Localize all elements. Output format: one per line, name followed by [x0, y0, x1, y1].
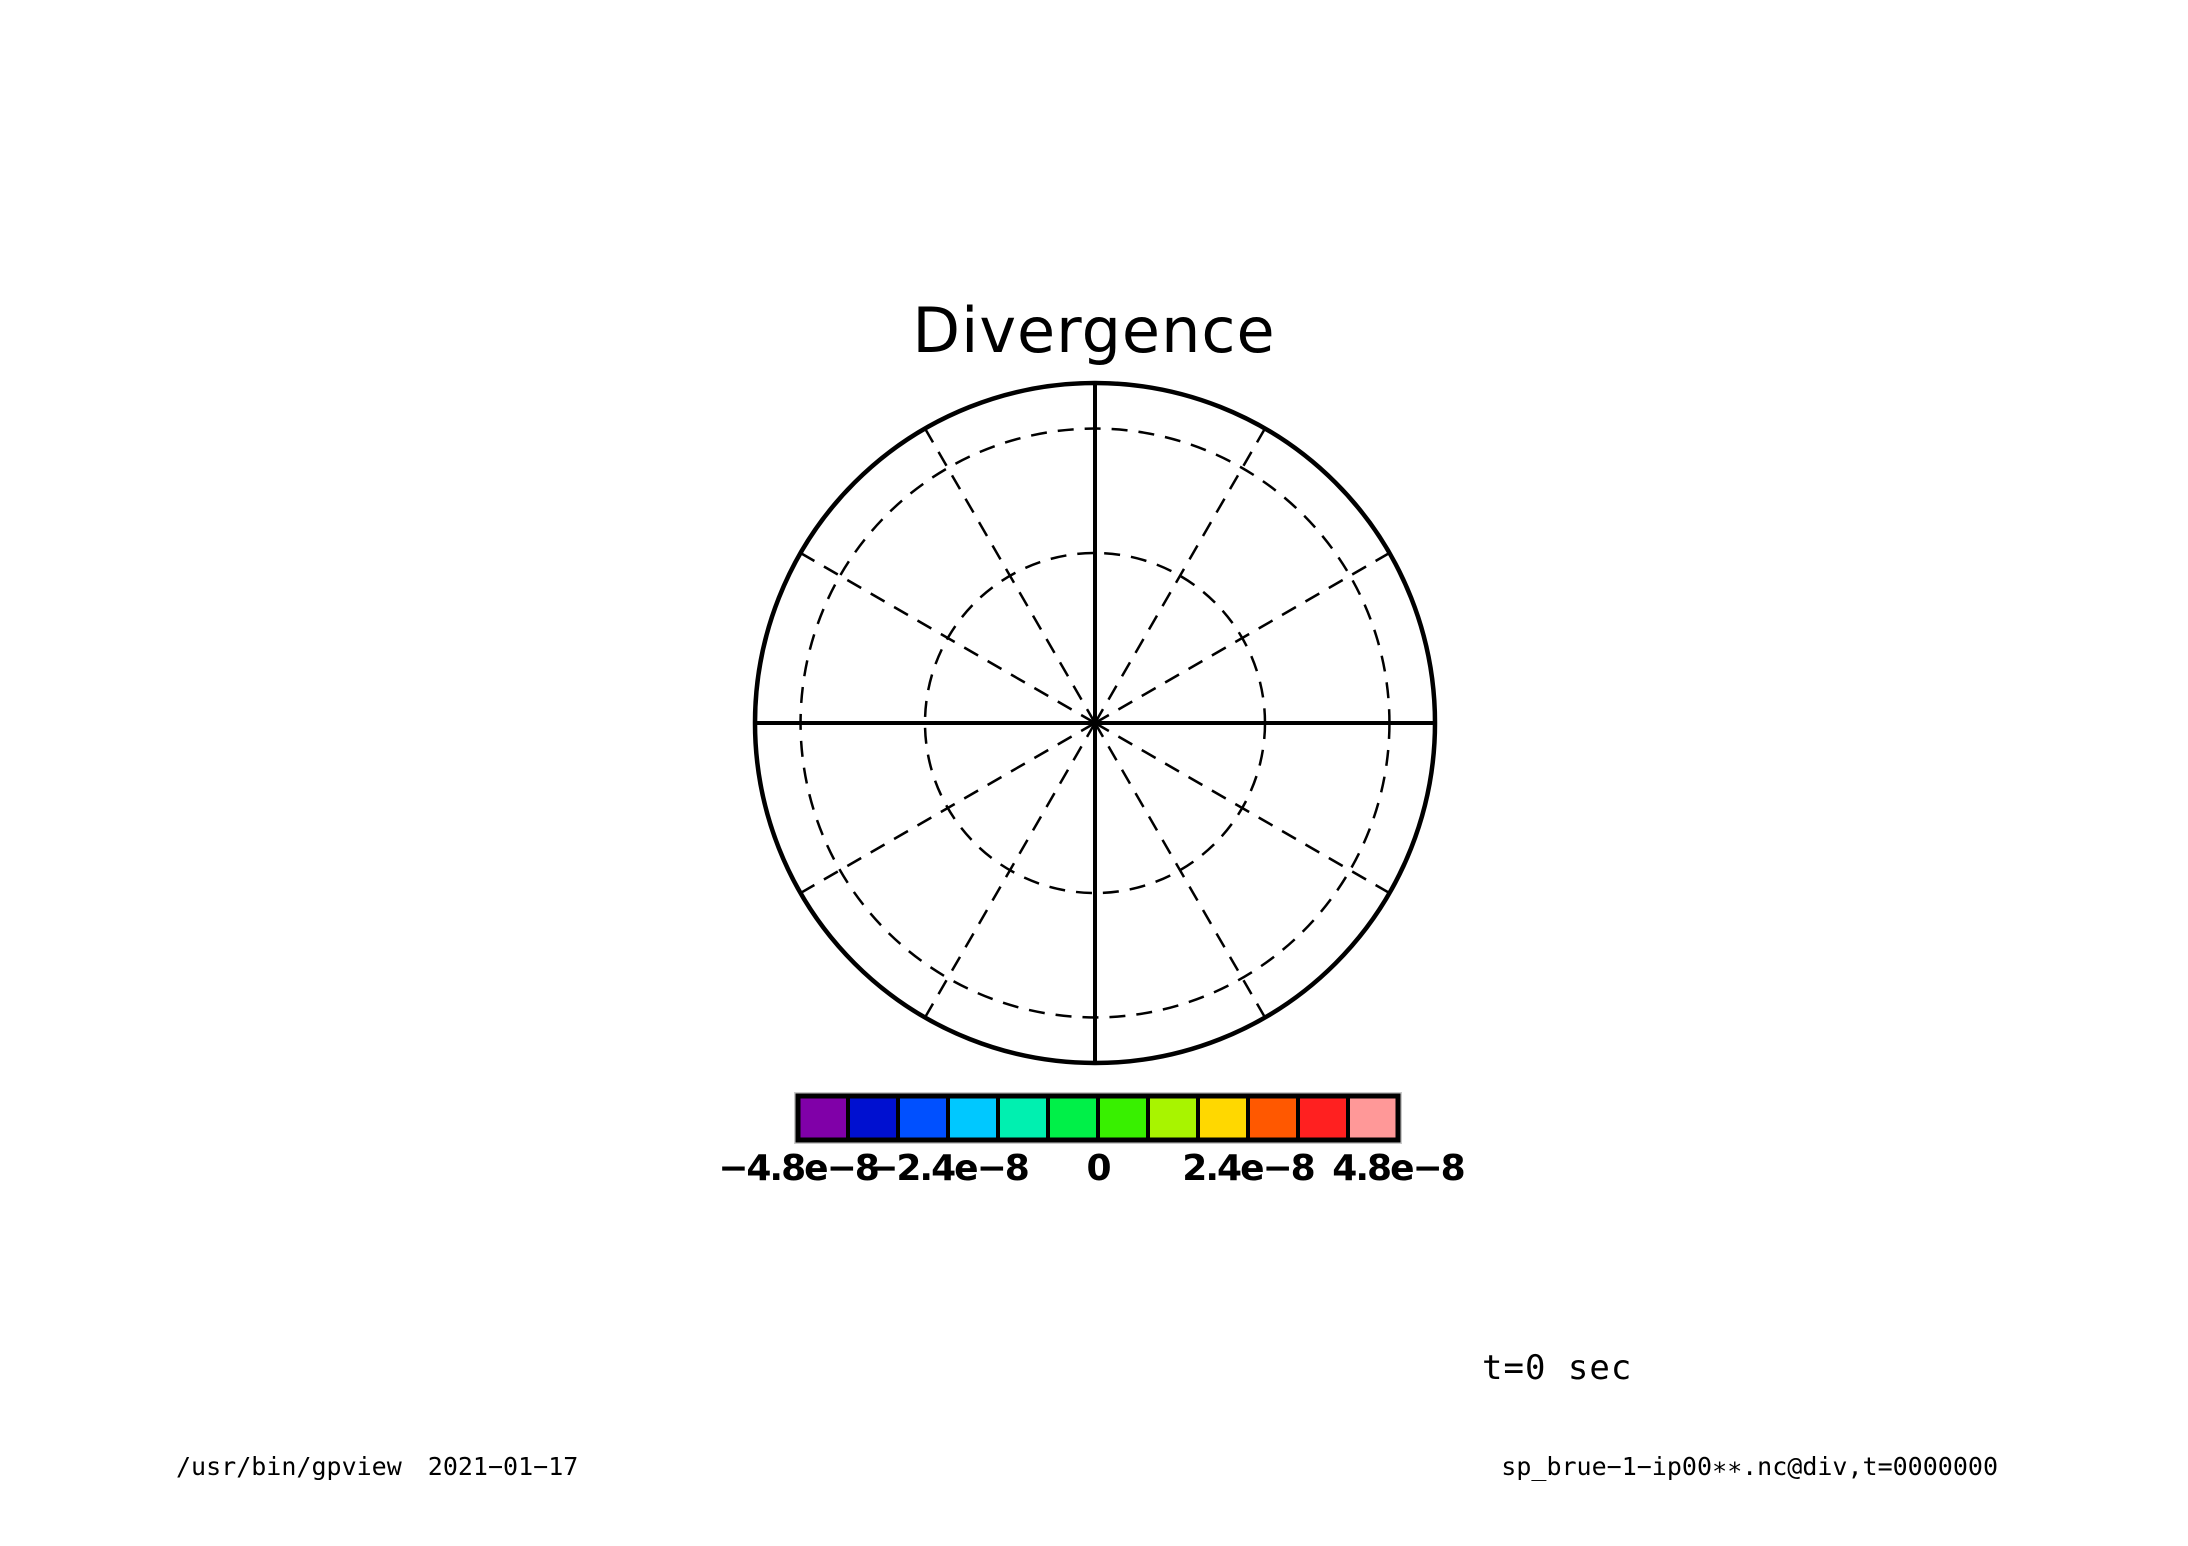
colorbar-cell: [898, 1096, 948, 1140]
footer-left: /usr/bin/gpview 2021−01−17: [176, 1452, 578, 1481]
colorbar-cell: [798, 1096, 848, 1140]
colorbar-tick-label: 2.4e−8: [1182, 1148, 1313, 1189]
meridian-line-dashed: [801, 723, 1095, 893]
colorbar-cell: [1048, 1096, 1098, 1140]
colorbar-cell: [998, 1096, 1048, 1140]
meridian-line-dashed: [1095, 553, 1389, 723]
meridian-line-dashed: [1095, 429, 1265, 723]
colorbar-cell: [1148, 1096, 1198, 1140]
colorbar-cell: [1248, 1096, 1298, 1140]
colorbar-tick-label: −4.8e−8: [718, 1148, 878, 1189]
meridian-line-dashed: [1095, 723, 1389, 893]
date-label: 2021−01−17: [428, 1452, 579, 1481]
colorbar-tick-row: −4.8e−8−2.4e−8 0 2.4e−8 4.8e−8: [0, 1148, 2188, 1188]
colorbar-cell: [1298, 1096, 1348, 1140]
command-path-label: /usr/bin/gpview: [176, 1452, 402, 1481]
time-label: t=0 sec: [1482, 1348, 1632, 1388]
colorbar-tick-label: 0: [1086, 1148, 1109, 1189]
polar-plot-canvas: [0, 0, 2188, 1546]
colorbar-cell: [1198, 1096, 1248, 1140]
colorbar-cell: [848, 1096, 898, 1140]
gpview-output-page: Divergence −4.8e−8−2.4e−802.4e−84.8e−8 t…: [0, 0, 2188, 1546]
colorbar-cell: [1348, 1096, 1398, 1140]
meridian-line-dashed: [925, 723, 1095, 1017]
colorbar-tick-label: −2.4e−8: [868, 1148, 1028, 1189]
colorbar-cell: [948, 1096, 998, 1140]
meridian-line-dashed: [925, 429, 1095, 723]
dataset-label: sp_brue−1−ip00∗∗.nc@div,t=0000000: [1501, 1452, 1998, 1481]
colorbar-cell: [1098, 1096, 1148, 1140]
meridian-line-dashed: [801, 553, 1095, 723]
meridian-line-dashed: [1095, 723, 1265, 1017]
colorbar-tick-label: 4.8e−8: [1332, 1148, 1463, 1189]
